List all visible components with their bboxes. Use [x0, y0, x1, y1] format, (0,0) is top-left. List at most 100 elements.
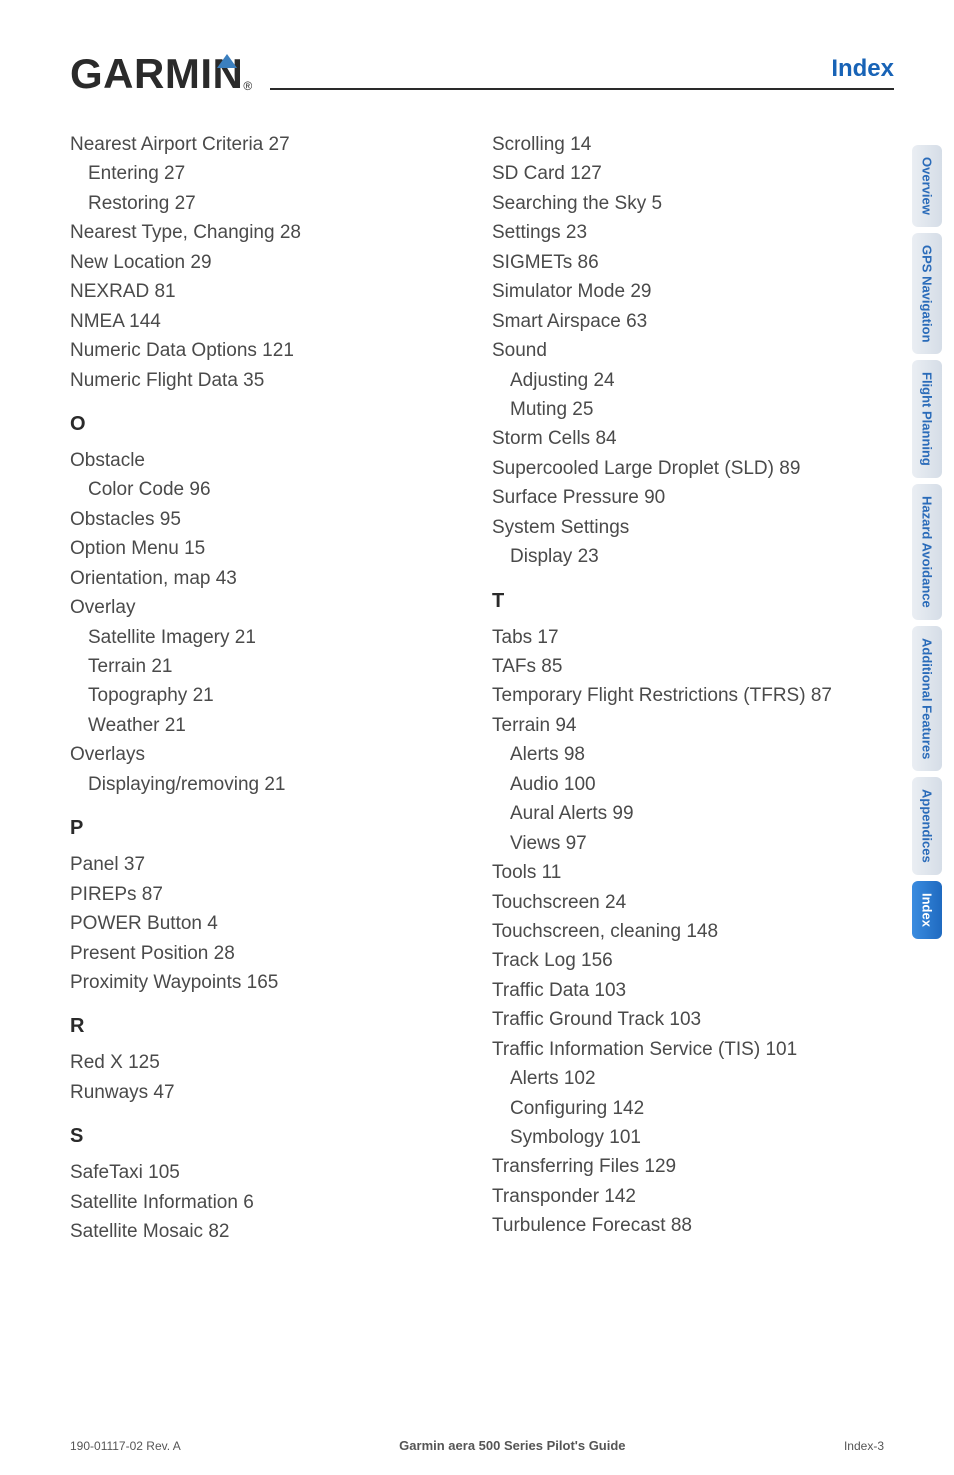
index-entry: Weather 21	[70, 711, 462, 740]
index-column-right: Scrolling 14SD Card 127Searching the Sky…	[492, 130, 884, 1247]
index-entry: NMEA 144	[70, 307, 462, 336]
index-column-left: Nearest Airport Criteria 27Entering 27Re…	[70, 130, 462, 1247]
index-entry: Obstacle	[70, 446, 462, 475]
index-entry: Overlays	[70, 740, 462, 769]
index-entry: Satellite Imagery 21	[70, 623, 462, 652]
sidebar-tab-overview[interactable]: Overview	[912, 145, 942, 227]
index-entry: Temporary Flight Restrictions (TFRS) 87	[492, 681, 884, 710]
sidebar-tab-gps-navigation[interactable]: GPS Navigation	[912, 233, 942, 355]
index-entry: Orientation, map 43	[70, 564, 462, 593]
index-entry: Simulator Mode 29	[492, 277, 884, 306]
footer-right: Index-3	[844, 1439, 884, 1453]
index-entry: Track Log 156	[492, 946, 884, 975]
index-entry: Touchscreen 24	[492, 888, 884, 917]
page-header: GARMIN ® Index	[0, 0, 954, 110]
sidebar-tab-label: Flight Planning	[920, 372, 935, 466]
index-entry: Displaying/removing 21	[70, 770, 462, 799]
index-entry: Proximity Waypoints 165	[70, 968, 462, 997]
logo-row: GARMIN ®	[70, 50, 894, 98]
index-entry: Entering 27	[70, 159, 462, 188]
index-entry: Symbology 101	[492, 1123, 884, 1152]
index-entry: Overlay	[70, 593, 462, 622]
index-entry: Nearest Airport Criteria 27	[70, 130, 462, 159]
index-entry: Terrain 21	[70, 652, 462, 681]
index-entry: Sound	[492, 336, 884, 365]
index-entry: Storm Cells 84	[492, 424, 884, 453]
index-entry: Numeric Flight Data 35	[70, 366, 462, 395]
sidebar-tab-label: Overview	[920, 157, 935, 215]
index-entry: Tabs 17	[492, 623, 884, 652]
index-entry: Alerts 98	[492, 740, 884, 769]
sidebar-tab-label: Hazard Avoidance	[920, 496, 935, 608]
footer-center: Garmin aera 500 Series Pilot's Guide	[399, 1438, 625, 1453]
index-entry: Nearest Type, Changing 28	[70, 218, 462, 247]
index-entry: Numeric Data Options 121	[70, 336, 462, 365]
footer-left: 190-01117-02 Rev. A	[70, 1439, 181, 1453]
index-entry: Touchscreen, cleaning 148	[492, 917, 884, 946]
index-entry: System Settings	[492, 513, 884, 542]
index-entry: Obstacles 95	[70, 505, 462, 534]
index-entry: Restoring 27	[70, 189, 462, 218]
index-entry: Views 97	[492, 829, 884, 858]
index-entry: TAFs 85	[492, 652, 884, 681]
index-entry: Searching the Sky 5	[492, 189, 884, 218]
index-entry: SD Card 127	[492, 159, 884, 188]
sidebar-tabs: Overview GPS Navigation Flight Planning Haz…	[912, 145, 942, 939]
logo-registered: ®	[243, 79, 252, 93]
sidebar-tab-label: Additional Features	[920, 638, 935, 759]
index-entry: Tools 11	[492, 858, 884, 887]
index-entry: Topography 21	[70, 681, 462, 710]
index-entry: PIREPs 87	[70, 880, 462, 909]
index-entry: Panel 37	[70, 850, 462, 879]
sidebar-tab-flight-planning[interactable]: Flight Planning	[912, 360, 942, 478]
index-entry: Scrolling 14	[492, 130, 884, 159]
index-entry: Terrain 94	[492, 711, 884, 740]
index-entry: Audio 100	[492, 770, 884, 799]
index-entry: Red X 125	[70, 1048, 462, 1077]
sidebar-tab-additional-features[interactable]: Additional Features	[912, 626, 942, 771]
index-heading: O	[70, 409, 462, 440]
index-entry: NEXRAD 81	[70, 277, 462, 306]
index-entry: Muting 25	[492, 395, 884, 424]
index-entry: Present Position 28	[70, 939, 462, 968]
sidebar-tab-label: Appendices	[920, 789, 935, 863]
index-entry: Traffic Data 103	[492, 976, 884, 1005]
index-heading: S	[70, 1121, 462, 1152]
index-entry: Settings 23	[492, 218, 884, 247]
sidebar-tab-label: Index	[920, 893, 935, 927]
header-divider	[270, 88, 894, 90]
index-entry: Alerts 102	[492, 1064, 884, 1093]
index-entry: Adjusting 24	[492, 366, 884, 395]
index-entry: Configuring 142	[492, 1094, 884, 1123]
garmin-logo: GARMIN ®	[70, 50, 252, 98]
index-entry: Color Code 96	[70, 475, 462, 504]
index-entry: Transponder 142	[492, 1182, 884, 1211]
index-entry: Traffic Ground Track 103	[492, 1005, 884, 1034]
index-heading: R	[70, 1011, 462, 1042]
index-heading: P	[70, 813, 462, 844]
index-entry: Smart Airspace 63	[492, 307, 884, 336]
index-entry: SIGMETs 86	[492, 248, 884, 277]
sidebar-tab-appendices[interactable]: Appendices	[912, 777, 942, 875]
index-entry: Display 23	[492, 542, 884, 571]
sidebar-tab-index[interactable]: Index	[912, 881, 942, 939]
index-entry: Satellite Mosaic 82	[70, 1217, 462, 1246]
section-title: Index	[831, 55, 894, 83]
index-entry: Satellite Information 6	[70, 1188, 462, 1217]
sidebar-tab-hazard-avoidance[interactable]: Hazard Avoidance	[912, 484, 942, 620]
index-entry: Surface Pressure 90	[492, 483, 884, 512]
index-entry: Turbulence Forecast 88	[492, 1211, 884, 1240]
index-entry: Supercooled Large Droplet (SLD) 89	[492, 454, 884, 483]
index-entry: SafeTaxi 105	[70, 1158, 462, 1187]
index-heading: T	[492, 586, 884, 617]
index-entry: Option Menu 15	[70, 534, 462, 563]
index-entry: Aural Alerts 99	[492, 799, 884, 828]
sidebar-tab-label: GPS Navigation	[920, 245, 935, 343]
page-footer: 190-01117-02 Rev. A Garmin aera 500 Seri…	[0, 1438, 954, 1453]
index-entry: Runways 47	[70, 1078, 462, 1107]
index-entry: Transferring Files 129	[492, 1152, 884, 1181]
index-entry: POWER Button 4	[70, 909, 462, 938]
index-content: Nearest Airport Criteria 27Entering 27Re…	[0, 110, 954, 1247]
index-entry: Traffic Information Service (TIS) 101	[492, 1035, 884, 1064]
logo-triangle-icon	[217, 54, 237, 68]
